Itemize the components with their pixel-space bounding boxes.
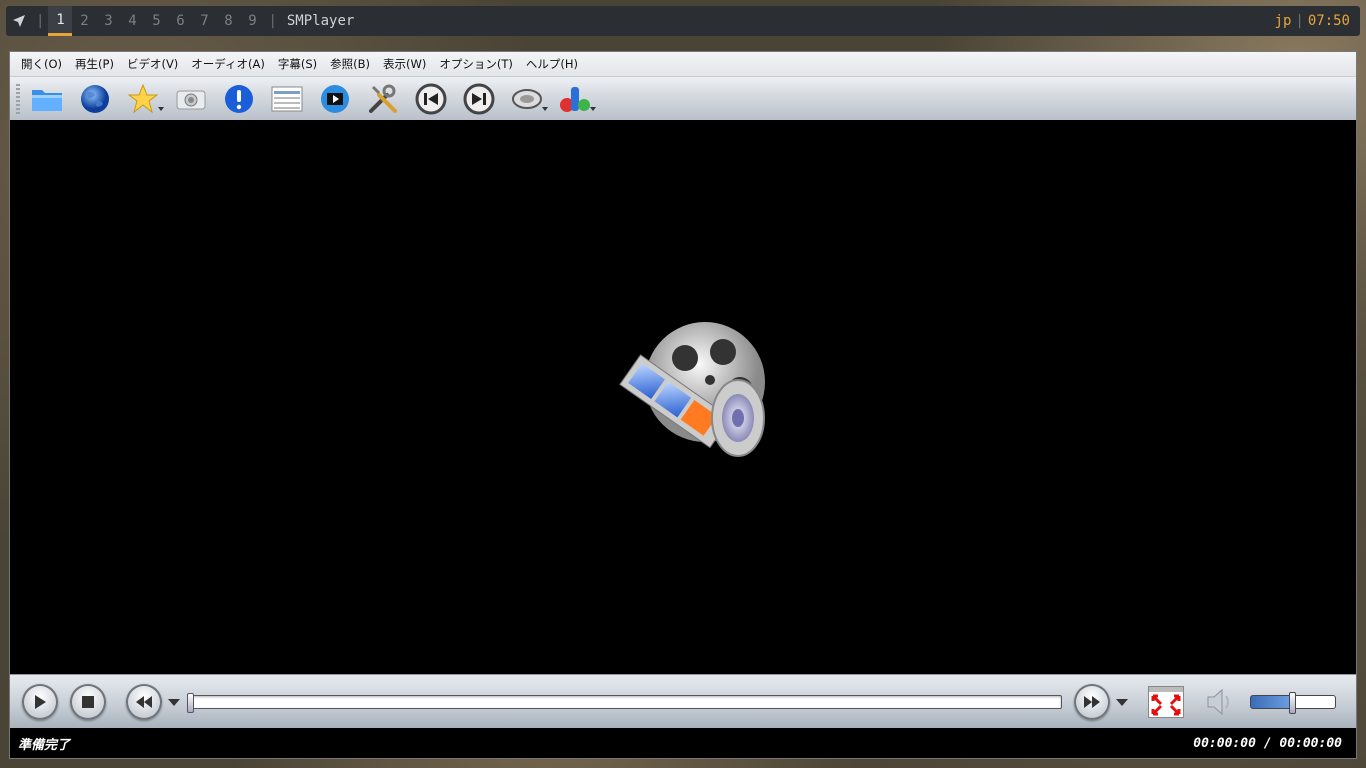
video-area[interactable] xyxy=(10,120,1356,674)
audio-track-button[interactable] xyxy=(508,81,548,117)
menu-open[interactable]: 開く(O) xyxy=(16,56,67,72)
folder-icon xyxy=(32,89,62,111)
toolbar-grip[interactable] xyxy=(16,83,20,114)
rewind-icon xyxy=(136,696,152,708)
forward-icon xyxy=(1084,696,1100,708)
menu-help[interactable]: ヘルプ(H) xyxy=(521,56,583,72)
control-bar xyxy=(10,674,1356,729)
subtitle-track-icon xyxy=(560,86,590,112)
seek-handle[interactable] xyxy=(187,693,194,713)
panel-separator: | xyxy=(1295,13,1304,29)
menu-view[interactable]: 表示(W) xyxy=(378,56,431,72)
panel-separator: | xyxy=(268,13,277,29)
play-icon xyxy=(35,695,46,709)
audio-track-icon xyxy=(512,88,542,109)
stop-icon xyxy=(82,696,94,708)
playlist-icon xyxy=(271,86,303,111)
workspace-1[interactable]: 1 xyxy=(48,6,73,36)
previous-button[interactable] xyxy=(412,81,450,117)
info-icon xyxy=(225,84,253,113)
stop-button[interactable] xyxy=(70,684,106,720)
rewind-dropdown-icon[interactable] xyxy=(168,698,180,706)
previous-track-icon xyxy=(415,83,447,114)
workspace-3[interactable]: 3 xyxy=(96,6,120,36)
time-display: 00:00:00 / 00:00:00 xyxy=(1193,735,1342,751)
status-bar: 準備完了 00:00:00 / 00:00:00 xyxy=(10,728,1356,758)
send-icon[interactable] xyxy=(6,14,32,28)
seek-bar[interactable] xyxy=(187,693,1062,713)
fullscreen-button[interactable] xyxy=(1148,686,1184,718)
screenshot-button[interactable] xyxy=(172,81,210,117)
preferences-tools-icon xyxy=(369,84,397,113)
dropdown-arrow-icon xyxy=(158,106,164,111)
smplayer-window: 開く(O) 再生(P) ビデオ(V) オーディオ(A) 字幕(S) 参照(B) … xyxy=(10,52,1356,758)
mute-button[interactable] xyxy=(1204,686,1236,718)
panel-separator: | xyxy=(36,13,45,29)
menu-play[interactable]: 再生(P) xyxy=(70,56,119,72)
screenshot-camera-icon xyxy=(176,90,206,109)
workspace-8[interactable]: 8 xyxy=(216,6,240,36)
video-equalizer-button[interactable] xyxy=(316,81,354,117)
top-panel: | 1 2 3 4 5 6 7 8 9 | SMPlayer jp | 07:5… xyxy=(6,6,1360,36)
info-button[interactable] xyxy=(220,81,258,117)
menu-audio[interactable]: オーディオ(A) xyxy=(186,56,270,72)
open-url-button[interactable] xyxy=(76,81,114,117)
subtitle-track-button[interactable] xyxy=(556,81,596,117)
preferences-button[interactable] xyxy=(364,81,402,117)
workspace-2[interactable]: 2 xyxy=(72,6,96,36)
menu-video[interactable]: ビデオ(V) xyxy=(122,56,183,72)
next-track-icon xyxy=(463,83,495,114)
main-toolbar xyxy=(10,77,1356,121)
next-button[interactable] xyxy=(460,81,498,117)
volume-handle[interactable] xyxy=(1289,692,1296,714)
forward-button[interactable] xyxy=(1074,684,1110,720)
menu-bar: 開く(O) 再生(P) ビデオ(V) オーディオ(A) 字幕(S) 参照(B) … xyxy=(10,52,1356,77)
workspace-5[interactable]: 5 xyxy=(144,6,168,36)
status-message: 準備完了 xyxy=(18,737,71,753)
workspace-7[interactable]: 7 xyxy=(192,6,216,36)
smplayer-logo-icon xyxy=(619,322,765,457)
window-title: SMPlayer xyxy=(286,13,355,29)
keyboard-layout[interactable]: jp xyxy=(1275,13,1292,29)
workspace-4[interactable]: 4 xyxy=(120,6,144,36)
menu-browse[interactable]: 参照(B) xyxy=(325,56,375,72)
open-file-button[interactable] xyxy=(28,81,66,117)
workspace-6[interactable]: 6 xyxy=(168,6,192,36)
forward-dropdown-icon[interactable] xyxy=(1116,698,1128,706)
rewind-button[interactable] xyxy=(126,684,162,720)
playlist-button[interactable] xyxy=(268,81,306,117)
volume-slider[interactable] xyxy=(1250,692,1336,714)
favorites-button[interactable] xyxy=(124,81,164,117)
video-equalizer-icon xyxy=(321,84,349,113)
fullscreen-icon xyxy=(1149,687,1183,716)
workspace-9[interactable]: 9 xyxy=(240,6,264,36)
menu-subtitles[interactable]: 字幕(S) xyxy=(273,56,322,72)
dropdown-arrow-icon xyxy=(590,106,596,111)
clock: 07:50 xyxy=(1307,13,1350,29)
speaker-icon xyxy=(1207,688,1229,716)
menu-options[interactable]: オプション(T) xyxy=(434,56,518,72)
play-button[interactable] xyxy=(22,684,58,720)
dropdown-arrow-icon xyxy=(542,106,548,111)
globe-icon xyxy=(81,84,109,113)
favorites-star-icon xyxy=(127,83,159,113)
